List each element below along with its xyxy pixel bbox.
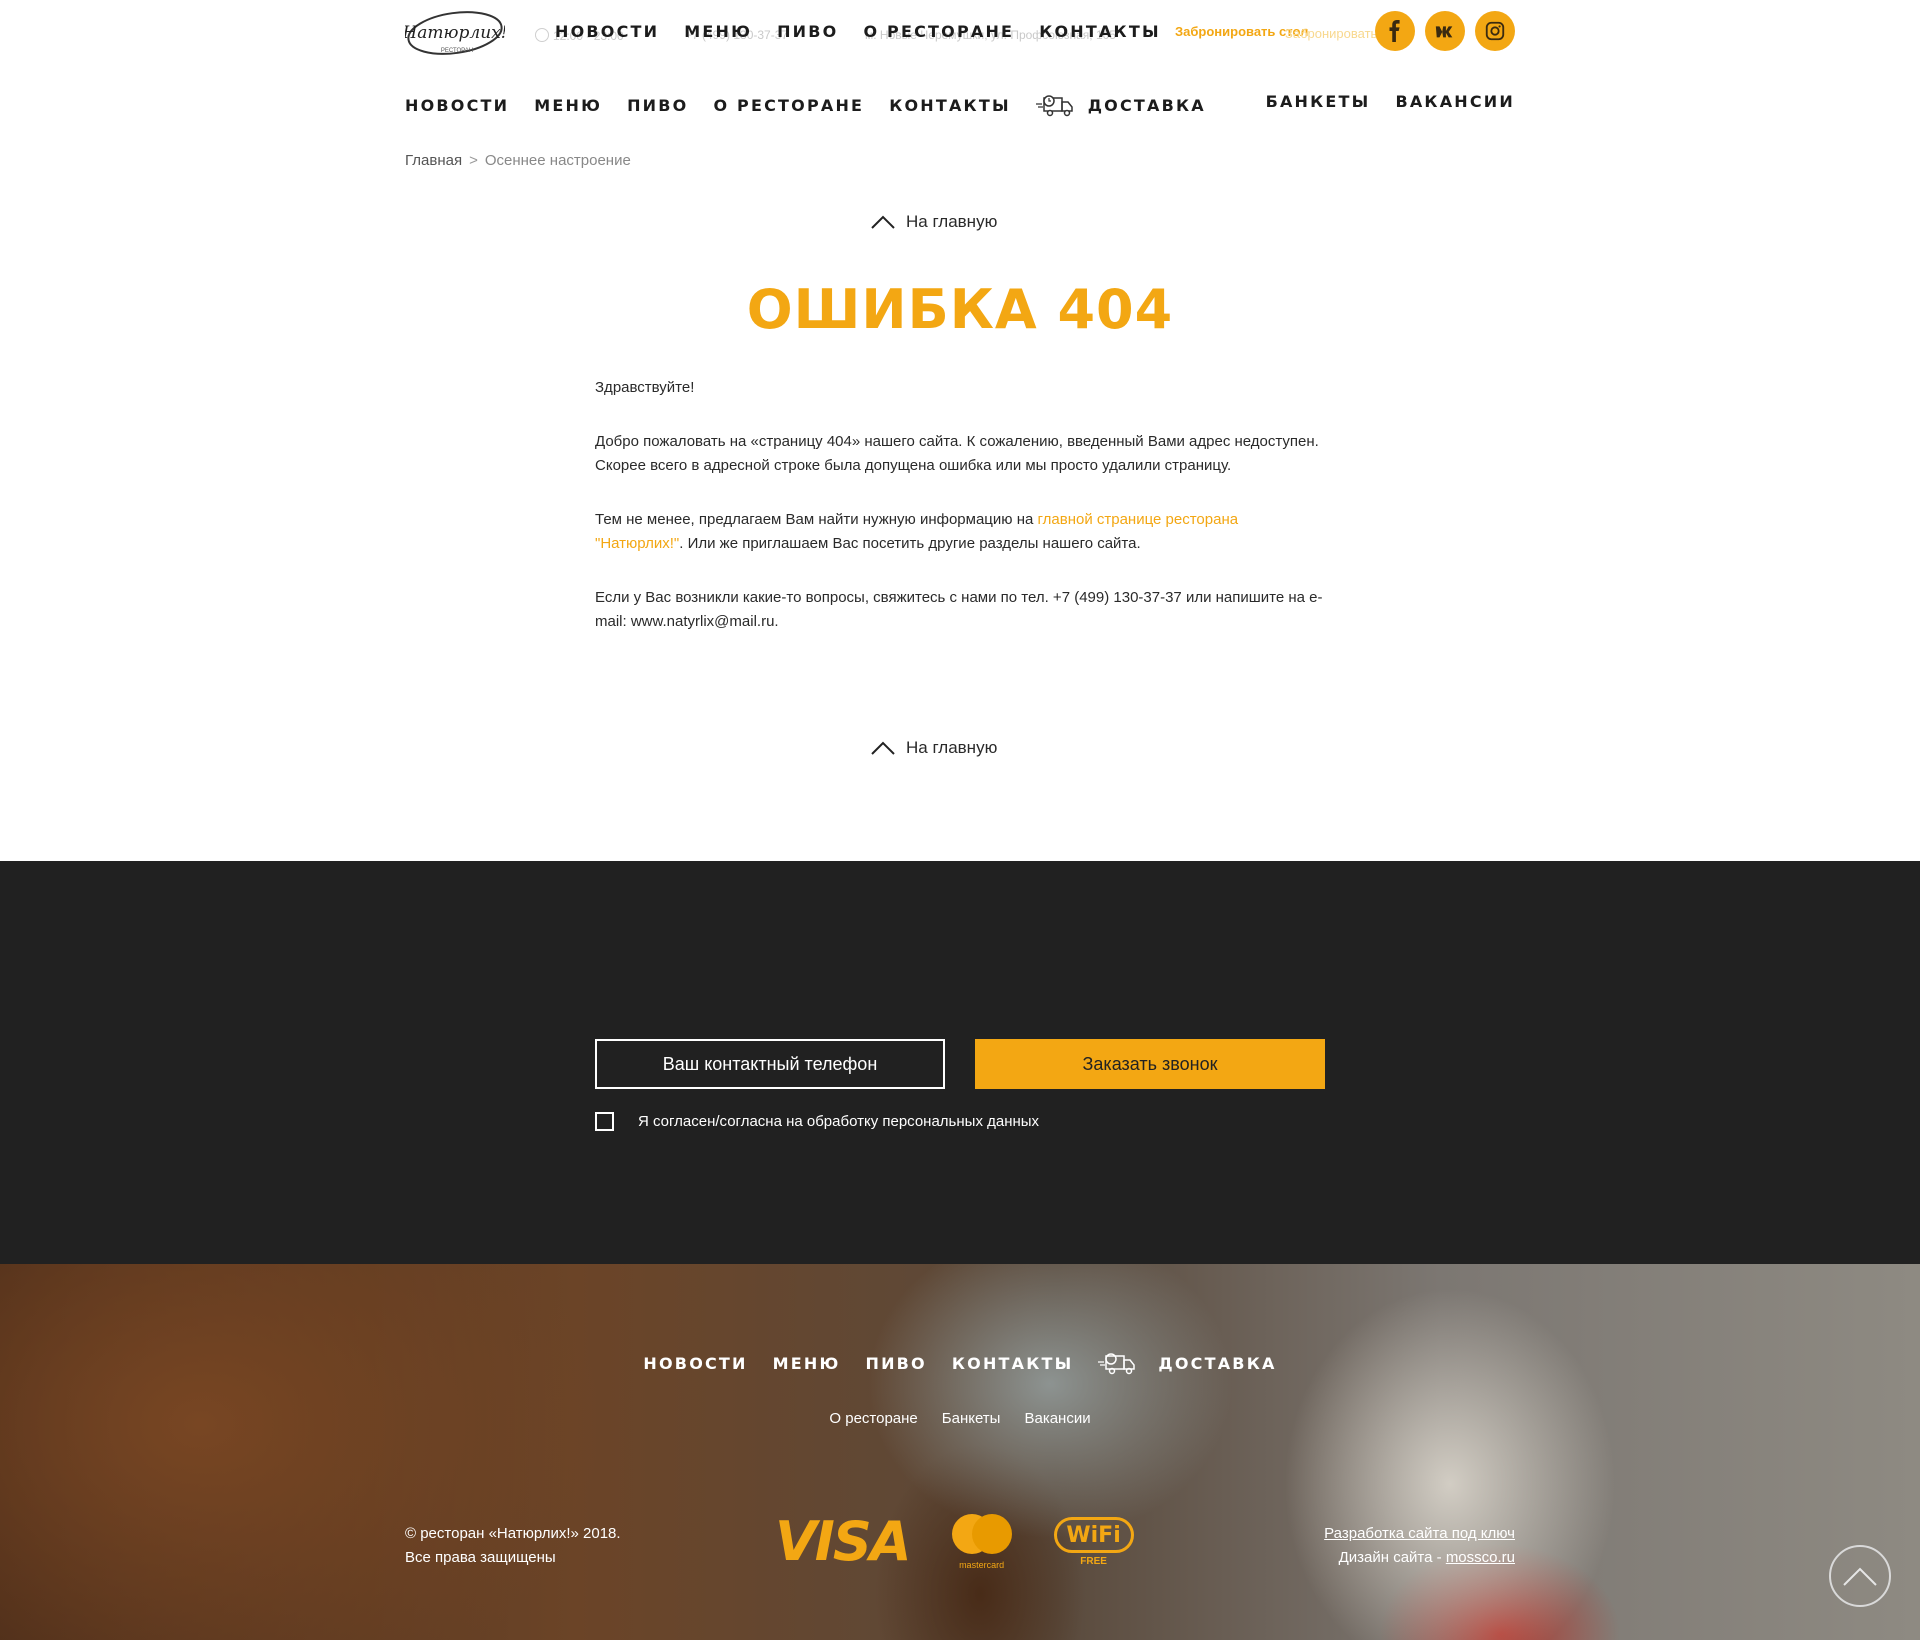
- order-call-button[interactable]: Заказать звонок: [975, 1039, 1325, 1089]
- footer-nav-delivery[interactable]: ДОСТАВКА: [1098, 1350, 1276, 1376]
- chevron-up-icon: [871, 215, 895, 229]
- design-prefix: Дизайн сайта -: [1338, 1549, 1446, 1566]
- home-link-top[interactable]: На главную: [870, 212, 1050, 232]
- home-link-top-label: На главную: [906, 212, 998, 231]
- facebook-icon[interactable]: [1375, 11, 1415, 51]
- footer-nav-menu[interactable]: МЕНЮ: [773, 1354, 841, 1373]
- error-content: Здравствуйте! Добро пожаловать на «стран…: [595, 376, 1325, 664]
- paragraph-1: Добро пожаловать на «страницу 404» нашег…: [595, 433, 1319, 474]
- footer-link-banquets[interactable]: Банкеты: [942, 1410, 1001, 1427]
- overlay-nav-about[interactable]: О РЕСТОРАНЕ: [863, 22, 1014, 41]
- chevron-up-icon: [1843, 1567, 1877, 1586]
- consent-checkbox[interactable]: [595, 1112, 614, 1131]
- footer-nav-delivery-label: ДОСТАВКА: [1158, 1353, 1277, 1373]
- top-bar: Натюрлих! РЕСТОРАН 12:00 - 23:00 +7 (499…: [401, 0, 1515, 64]
- wifi-free-label: FREE: [1080, 1556, 1107, 1567]
- nav-menu[interactable]: МЕНЮ: [534, 96, 602, 115]
- nav-banquets[interactable]: БАНКЕТЫ: [1266, 92, 1371, 111]
- paragraph-3: Если у Вас возникли какие-то вопросы, св…: [595, 589, 1323, 630]
- footer-nav-beer[interactable]: ПИВО: [865, 1354, 926, 1373]
- overlay-nav-news[interactable]: НОВОСТИ: [555, 22, 659, 41]
- mastercard-label: mastercard: [959, 1560, 1005, 1570]
- overlay-nav-beer[interactable]: ПИВО: [777, 22, 838, 41]
- nav-beer[interactable]: ПИВО: [627, 96, 688, 115]
- paragraph-2-start: Тем не менее, предлагаем Вам найти нужну…: [595, 511, 1038, 528]
- phone-input[interactable]: Ваш контактный телефон: [595, 1039, 945, 1089]
- nav-delivery-label: ДОСТАВКА: [1087, 95, 1206, 115]
- overlay-nav-menu[interactable]: МЕНЮ: [684, 22, 752, 41]
- nav-news[interactable]: НОВОСТИ: [405, 96, 509, 115]
- developer-credits: Разработка сайта под ключ Дизайн сайта -…: [1324, 1522, 1515, 1570]
- breadcrumb-home[interactable]: Главная: [405, 152, 462, 169]
- dev-link[interactable]: Разработка сайта под ключ: [1324, 1525, 1515, 1542]
- copyright-line-1: © ресторан «Натюрлих!» 2018.: [405, 1525, 621, 1542]
- consent-label[interactable]: Я согласен/согласна на обработку персона…: [638, 1113, 1039, 1130]
- payment-logos: VISA mastercard WiFi FREE: [775, 1514, 1136, 1570]
- overlay-nav-contacts[interactable]: КОНТАКТЫ: [1039, 22, 1161, 41]
- delivery-truck-icon: [1035, 95, 1073, 117]
- wifi-free-logo: WiFi FREE: [1053, 1517, 1136, 1567]
- breadcrumb-current: Осеннее настроение: [484, 152, 631, 169]
- instagram-icon[interactable]: [1475, 11, 1515, 51]
- page-title: ОШИБКА 404: [746, 278, 1174, 341]
- mastercard-circle-right: [971, 1514, 1012, 1554]
- design-link[interactable]: mossco.ru: [1446, 1549, 1515, 1566]
- paragraph-2-end: . Или же приглашаем Вас посетить другие …: [679, 535, 1141, 552]
- copyright: © ресторан «Натюрлих!» 2018. Все права з…: [405, 1522, 621, 1570]
- footer-nav-news[interactable]: НОВОСТИ: [643, 1354, 747, 1373]
- main-nav-left: НОВОСТИ МЕНЮ ПИВО О РЕСТОРАНЕ КОНТАКТЫ Д…: [405, 92, 1206, 118]
- footer-nav: НОВОСТИ МЕНЮ ПИВО КОНТАКТЫ ДОСТАВКА: [0, 1350, 1920, 1376]
- social-links: [1375, 11, 1515, 51]
- main-nav: НОВОСТИ МЕНЮ ПИВО О РЕСТОРАНЕ КОНТАКТЫ Д…: [405, 92, 1515, 120]
- main-nav-right: БАНКЕТЫ ВАКАНСИИ: [1266, 92, 1515, 111]
- svg-text:РЕСТОРАН: РЕСТОРАН: [441, 48, 473, 54]
- svg-text:Натюрлих!: Натюрлих!: [405, 23, 505, 43]
- copyright-line-2: Все права защищены: [405, 1549, 556, 1566]
- footer: НОВОСТИ МЕНЮ ПИВО КОНТАКТЫ ДОСТАВКА О ре…: [0, 1264, 1920, 1640]
- nav-contacts[interactable]: КОНТАКТЫ: [889, 96, 1011, 115]
- footer-sub-nav: О ресторане Банкеты Вакансии: [0, 1410, 1920, 1427]
- nav-about[interactable]: О РЕСТОРАНЕ: [713, 96, 864, 115]
- mastercard-logo: mastercard: [950, 1514, 1014, 1570]
- footer-link-vacancies[interactable]: Вакансии: [1024, 1410, 1090, 1427]
- footer-nav-contacts[interactable]: КОНТАКТЫ: [952, 1354, 1074, 1373]
- wifi-label: WiFi: [1053, 1517, 1134, 1553]
- overlay-nav: НОВОСТИ МЕНЮ ПИВО О РЕСТОРАНЕ КОНТАКТЫ: [555, 22, 1161, 41]
- visa-logo: VISA: [775, 1510, 912, 1573]
- callback-section: [0, 861, 1920, 1264]
- footer-link-about[interactable]: О ресторане: [829, 1410, 917, 1427]
- nav-delivery[interactable]: ДОСТАВКА: [1035, 92, 1206, 118]
- paragraph-2: Тем не менее, предлагаем Вам найти нужну…: [595, 508, 1325, 556]
- scroll-to-top-button[interactable]: [1829, 1545, 1891, 1607]
- breadcrumb: Главная > Осеннее настроение: [405, 152, 631, 169]
- greeting-text: Здравствуйте!: [595, 379, 695, 396]
- vk-icon[interactable]: [1425, 11, 1465, 51]
- home-link-bottom-label: На главную: [906, 738, 998, 757]
- clock-icon: [535, 28, 549, 42]
- consent-row: Я согласен/согласна на обработку персона…: [595, 1112, 1039, 1131]
- logo[interactable]: Натюрлих! РЕСТОРАН: [401, 6, 508, 60]
- home-link-bottom[interactable]: На главную: [870, 738, 1050, 758]
- breadcrumb-separator: >: [469, 152, 478, 169]
- nav-vacancies[interactable]: ВАКАНСИИ: [1395, 92, 1515, 111]
- chevron-up-icon: [871, 741, 895, 755]
- delivery-truck-icon: [1098, 1353, 1136, 1375]
